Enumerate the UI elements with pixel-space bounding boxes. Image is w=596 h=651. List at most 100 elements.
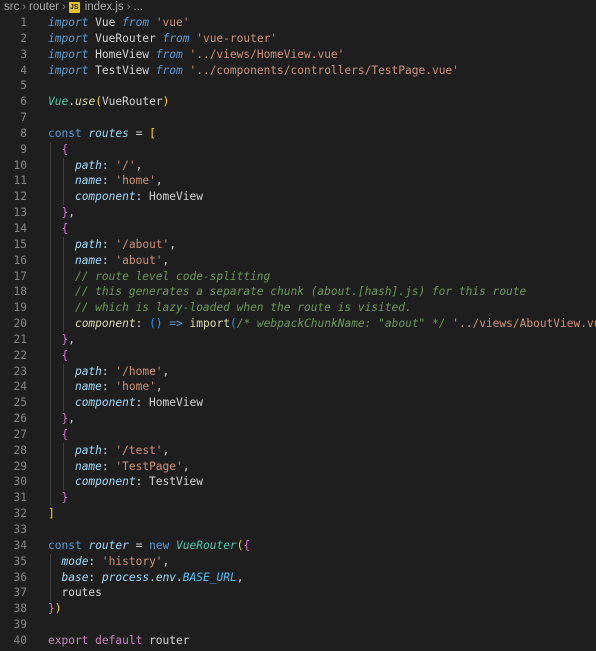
code-line[interactable]: 16 name: 'about', [0,253,596,269]
code-token: ( [229,317,237,331]
code-text: mode: 'history', [48,554,169,570]
code-token: { [61,221,69,235]
code-line[interactable]: 29 name: 'TestPage', [0,459,596,475]
code-text: ] [48,506,55,522]
line-number: 3 [20,47,27,61]
code-line[interactable]: 38}) [0,601,596,617]
code-line[interactable]: 25 component: HomeView [0,395,596,411]
breadcrumb-item-file[interactable]: index.js [85,0,124,14]
code-token: mode [61,554,89,568]
code-token: { [61,348,69,362]
code-token: '../components/controllers/TestPage.vue' [189,63,459,77]
code-line[interactable]: 22 { [0,348,596,364]
line-number: 7 [20,111,27,125]
breadcrumb-item-router[interactable]: router [29,0,59,14]
code-line[interactable]: 34 const router = new VueRouter({ [0,538,596,554]
code-line[interactable]: 8 const routes = [ [0,126,596,142]
code-line[interactable]: 28 path: '/test', [0,443,596,459]
code-line[interactable]: 37 routes [0,585,596,601]
code-line[interactable]: 1 import Vue from 'vue' [0,15,596,31]
code-line[interactable]: 27 { [0,427,596,443]
code-text: import HomeView from '../views/HomeView.… [48,47,344,63]
code-line[interactable]: 15 path: '/about', [0,237,596,253]
code-token: : [101,174,116,188]
code-token: , [162,364,170,378]
code-line[interactable]: 30 component: TestView [0,474,596,490]
code-line[interactable]: 23 path: '/home', [0,364,596,380]
code-token: const [48,538,82,552]
line-number: 13 [13,206,27,220]
code-line[interactable]: 26 }, [0,411,596,427]
indent-guide [63,236,64,332]
code-token: use [74,95,96,109]
line-number: 29 [13,459,27,473]
code-line[interactable]: 19 // which is lazy-loaded when the rout… [0,300,596,316]
code-line[interactable]: 31 } [0,490,596,506]
line-number: 21 [13,332,27,346]
code-token: => [169,317,183,331]
code-token: import [48,16,89,29]
code-line[interactable]: 24 name: 'home', [0,379,596,395]
indent-guide [50,141,51,507]
code-line[interactable]: 6 Vue.use(VueRouter) [0,94,596,110]
code-token: router [88,538,129,552]
code-text: import VueRouter from 'vue-router' [48,31,277,47]
code-line[interactable]: 36 base: process.env.BASE_URL, [0,570,596,586]
code-line[interactable]: 12 component: HomeView [0,189,596,205]
code-line[interactable]: 11 name: 'home', [0,173,596,189]
code-line[interactable]: 9 { [0,142,596,158]
code-line[interactable]: 14 { [0,221,596,237]
code-text: component: () => import(/* webpackChunkN… [48,316,596,332]
code-line[interactable]: 35 mode: 'history', [0,554,596,570]
code-line[interactable]: 10 path: '/', [0,158,596,174]
line-number: 38 [13,602,27,616]
line-number: 36 [13,570,27,584]
code-token: 'home' [115,380,156,394]
chevron-right-icon: › [126,1,131,13]
code-token: , [162,253,170,267]
code-token: 'TestPage' [115,459,183,473]
code-token: '../views/AboutView.vue' [452,317,596,331]
indent-guide [50,553,51,602]
code-line[interactable]: 18 // this generates a separate chunk (a… [0,284,596,300]
code-token: , [155,380,163,394]
code-token: : [101,459,116,473]
code-token: : [101,380,116,394]
code-token: '../views/HomeView.vue' [189,47,345,61]
code-text: { [48,142,68,158]
line-number: 6 [20,95,27,109]
code-line[interactable]: 7 [0,110,596,126]
line-number: 40 [13,633,27,647]
code-line[interactable]: 40 export default router [0,633,596,649]
code-token: component [74,190,136,204]
code-text: { [48,427,68,443]
line-number: 10 [13,158,27,172]
line-number: 5 [20,79,27,93]
code-line[interactable]: 21 }, [0,332,596,348]
code-token: [ [149,126,156,140]
code-line[interactable]: 20 component: () => import(/* webpackChu… [0,316,596,332]
code-token: name [74,253,102,267]
code-line[interactable]: 32] [0,506,596,522]
code-line[interactable]: 39 [0,617,596,633]
code-token: { [61,142,69,156]
code-line[interactable]: 3 import HomeView from '../views/HomeView… [0,47,596,63]
code-line[interactable]: 5 [0,78,596,94]
code-line[interactable]: 4 import TestView from '../components/con… [0,63,596,79]
code-token: from [155,63,183,77]
code-line[interactable]: 2 import VueRouter from 'vue-router' [0,31,596,47]
line-number: 2 [20,31,27,45]
breadcrumb-item-src[interactable]: src [4,0,19,14]
code-line[interactable]: 33 [0,522,596,538]
breadcrumb-ellipsis[interactable]: ... [133,0,143,14]
code-token: . [149,570,156,584]
code-editor[interactable]: 1 import Vue from 'vue' 2 import VueRouter … [0,14,596,649]
code-line[interactable]: 17 // route level code-splitting [0,269,596,285]
code-line[interactable]: 13 }, [0,205,596,221]
code-token: } [48,602,55,616]
